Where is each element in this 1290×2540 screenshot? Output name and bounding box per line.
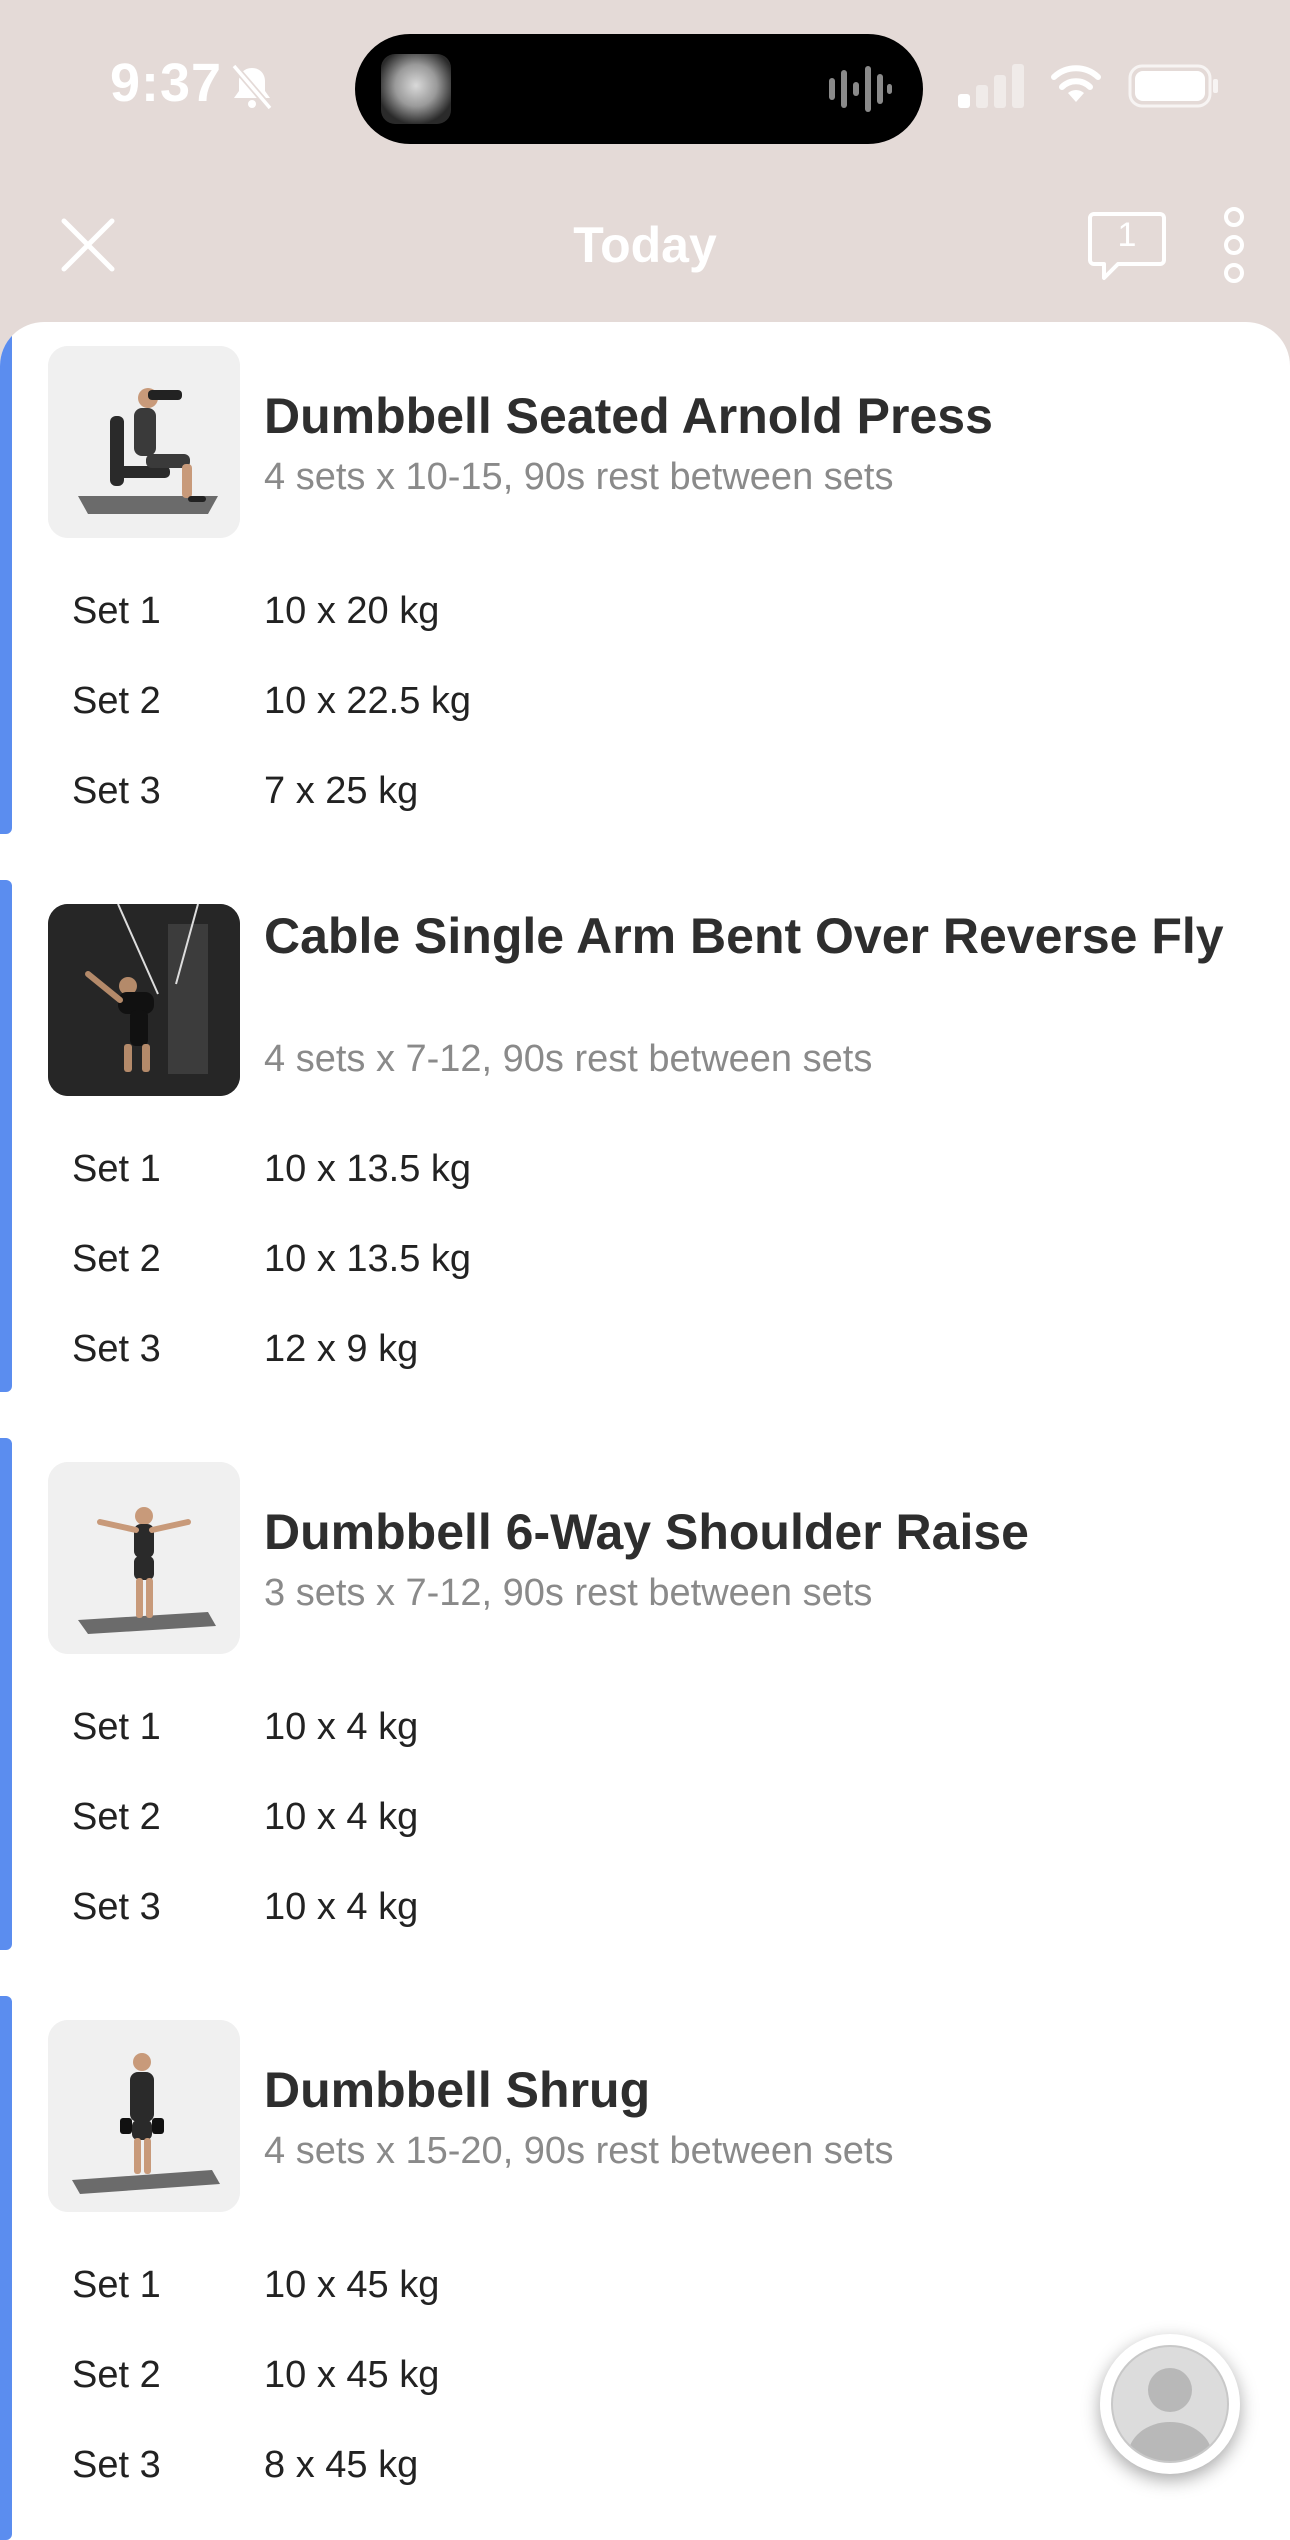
set-value: 10 x 45 kg: [264, 2354, 440, 2396]
exercise-thumbnail[interactable]: [48, 2020, 240, 2212]
set-label: Set 2: [72, 680, 161, 722]
set-row[interactable]: Set 2 10 x 45 kg: [0, 2330, 1290, 2420]
set-label: Set 1: [72, 1706, 161, 1748]
set-label: Set 2: [72, 1238, 161, 1280]
set-label: Set 3: [72, 770, 161, 812]
exercise-thumbnail[interactable]: [48, 346, 240, 538]
exercise-name: Dumbbell Shrug: [264, 2062, 651, 2118]
exercise-name: Dumbbell Seated Arnold Press: [264, 388, 993, 444]
set-label: Set 3: [72, 1886, 161, 1928]
nav-bar: Today 1: [0, 170, 1290, 320]
exercise-prescription: 4 sets x 15-20, 90s rest between sets: [264, 2130, 894, 2172]
set-value: 10 x 20 kg: [264, 590, 440, 632]
avatar-placeholder-icon: [1111, 2345, 1229, 2463]
now-playing-artwork: [381, 54, 451, 124]
set-label: Set 1: [72, 1148, 161, 1190]
set-value: 10 x 4 kg: [264, 1886, 419, 1928]
set-label: Set 2: [72, 1796, 161, 1838]
exercise-prescription: 4 sets x 7-12, 90s rest between sets: [264, 1038, 873, 1080]
set-label: Set 1: [72, 2264, 161, 2306]
workout-sheet[interactable]: Dumbbell Seated Arnold Press 4 sets x 10…: [0, 322, 1290, 2540]
set-value: 10 x 22.5 kg: [264, 680, 472, 722]
set-label: Set 3: [72, 1328, 161, 1370]
cable-fly-illustration: [48, 904, 240, 1096]
exercise-prescription: 3 sets x 7-12, 90s rest between sets: [264, 1572, 873, 1614]
seated-press-illustration: [48, 346, 240, 538]
exercise-card[interactable]: Dumbbell Seated Arnold Press 4 sets x 10…: [0, 322, 1290, 834]
set-row[interactable]: Set 1 10 x 45 kg: [0, 2240, 1290, 2330]
dynamic-island[interactable]: [355, 34, 923, 144]
status-bar: 9:37: [0, 0, 1290, 170]
exercise-thumbnail[interactable]: [48, 1462, 240, 1654]
set-value: 7 x 25 kg: [264, 770, 419, 812]
coach-avatar-button[interactable]: [1100, 2334, 1240, 2474]
wifi-icon: [1051, 65, 1101, 102]
exercise-name: Cable Single Arm Bent Over Reverse Fly: [264, 908, 1224, 964]
exercise-card[interactable]: Dumbbell 6-Way Shoulder Raise 3 sets x 7…: [0, 1438, 1290, 1950]
comments-button[interactable]: 1: [1088, 210, 1166, 284]
exercise-card[interactable]: Dumbbell Shrug 4 sets x 15-20, 90s rest …: [0, 1996, 1290, 2540]
bell-slash-icon: [231, 63, 273, 111]
set-row[interactable]: Set 1 10 x 20 kg: [0, 566, 1290, 656]
set-row[interactable]: Set 2 10 x 4 kg: [0, 1772, 1290, 1862]
set-row[interactable]: Set 1 10 x 13.5 kg: [0, 1124, 1290, 1214]
set-label: Set 1: [72, 590, 161, 632]
set-label: Set 3: [72, 2444, 161, 2486]
shrug-illustration: [48, 2020, 240, 2212]
set-label: Set 2: [72, 2354, 161, 2396]
battery-icon: [1128, 64, 1218, 108]
more-vertical-icon[interactable]: [1216, 205, 1252, 285]
set-value: 10 x 4 kg: [264, 1706, 419, 1748]
shoulder-raise-illustration: [48, 1462, 240, 1654]
set-value: 10 x 13.5 kg: [264, 1148, 472, 1190]
set-row[interactable]: Set 2 10 x 13.5 kg: [0, 1214, 1290, 1304]
set-value: 8 x 45 kg: [264, 2444, 419, 2486]
set-row[interactable]: Set 3 12 x 9 kg: [0, 1304, 1290, 1394]
exercise-card[interactable]: Cable Single Arm Bent Over Reverse Fly 4…: [0, 880, 1290, 1392]
set-row[interactable]: Set 1 10 x 4 kg: [0, 1682, 1290, 1772]
set-row[interactable]: Set 2 10 x 22.5 kg: [0, 656, 1290, 746]
exercise-prescription: 4 sets x 10-15, 90s rest between sets: [264, 456, 894, 498]
comment-count-badge: 1: [1117, 216, 1137, 254]
set-row[interactable]: Set 3 8 x 45 kg: [0, 2420, 1290, 2510]
set-value: 10 x 4 kg: [264, 1796, 419, 1838]
set-value: 10 x 13.5 kg: [264, 1238, 472, 1280]
signal-icon: [958, 64, 1024, 108]
set-row[interactable]: Set 3 7 x 25 kg: [0, 746, 1290, 836]
exercise-thumbnail[interactable]: [48, 904, 240, 1096]
set-row[interactable]: Set 3 10 x 4 kg: [0, 1862, 1290, 1952]
exercise-name: Dumbbell 6-Way Shoulder Raise: [264, 1504, 1029, 1560]
set-value: 12 x 9 kg: [264, 1328, 419, 1370]
set-value: 10 x 45 kg: [264, 2264, 440, 2306]
audio-waveform-icon: [829, 66, 892, 112]
status-time: 9:37: [110, 53, 223, 113]
